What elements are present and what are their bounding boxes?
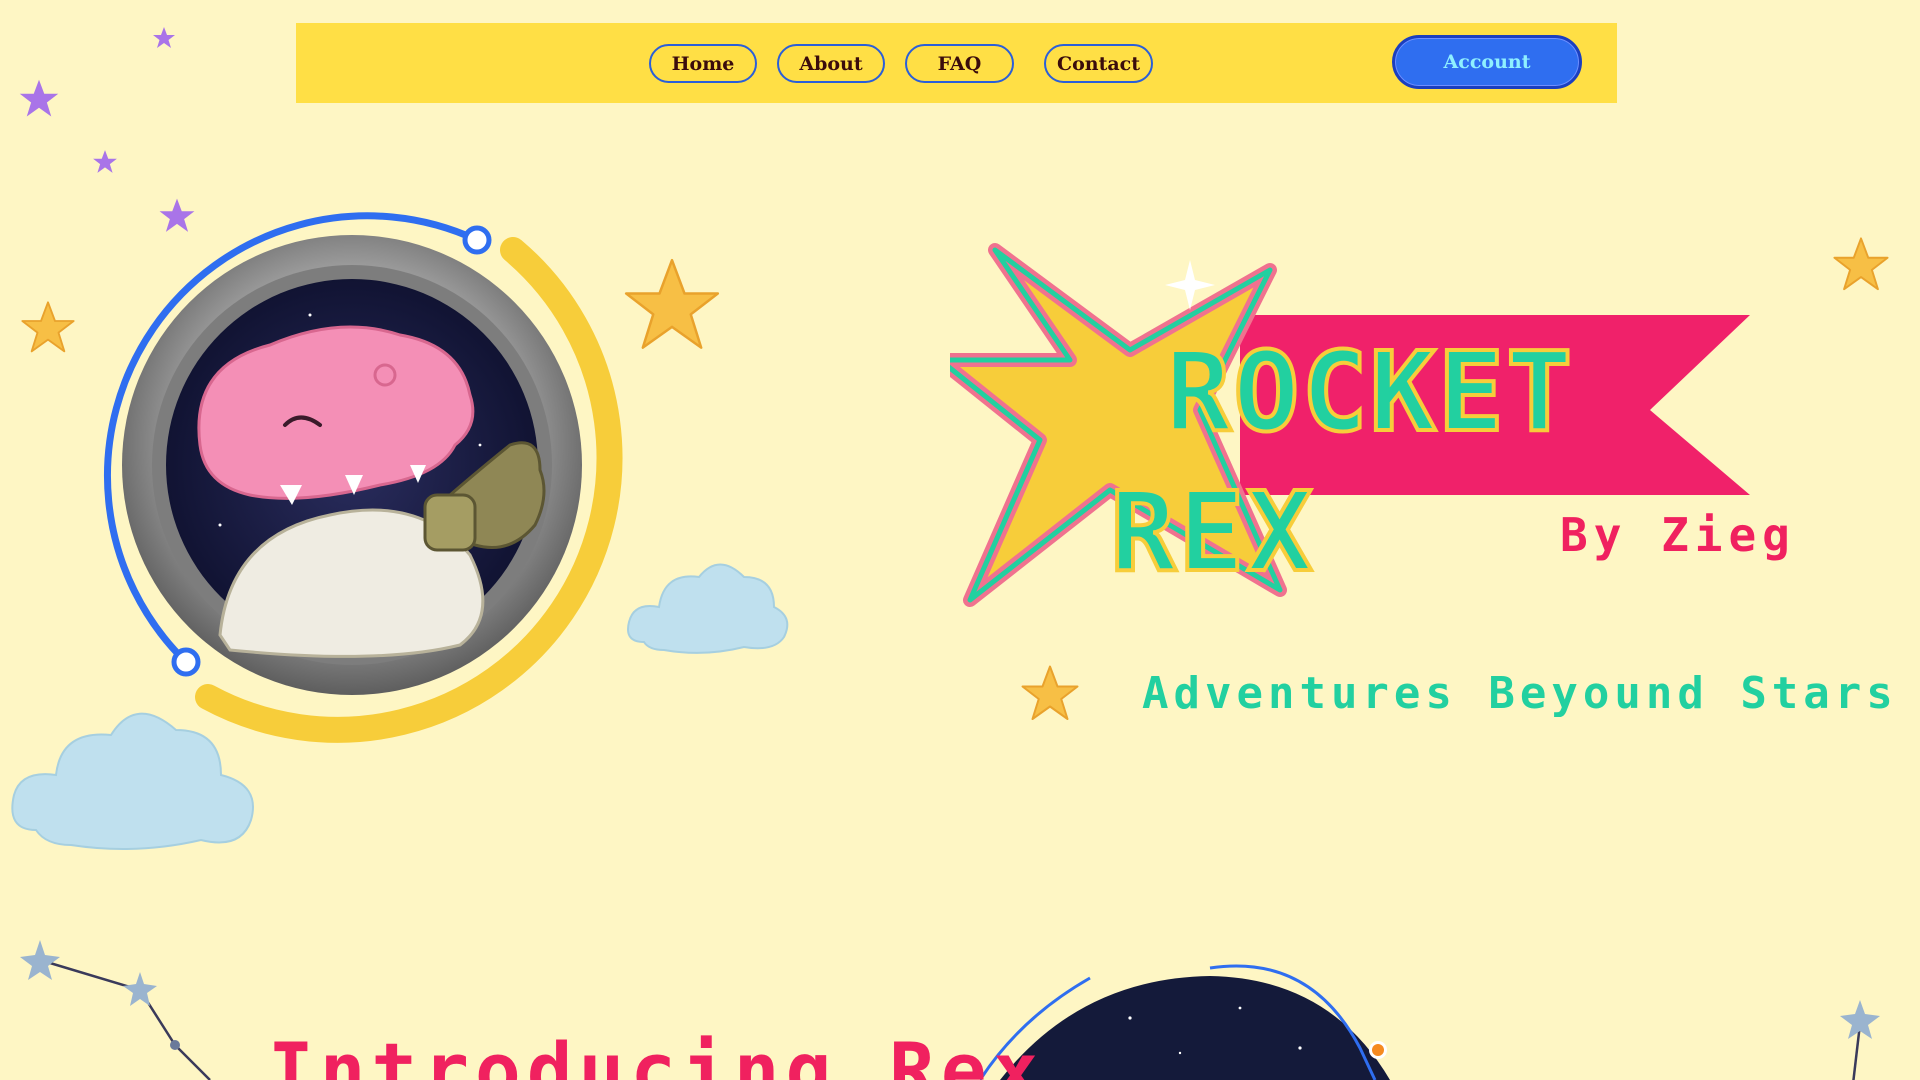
constellation-icon [20, 940, 211, 1080]
logo-word-rex: REX [1110, 468, 1315, 596]
intro-title: Introducing Rex [268, 1026, 1045, 1080]
page: Home About FAQ Contact Account ROCKET RE… [0, 0, 1920, 1080]
nav-about-button[interactable]: About [777, 44, 885, 83]
gold-star-icon [1021, 665, 1079, 720]
gold-star-icon [21, 301, 75, 353]
purple-star-icon [93, 150, 117, 173]
account-button[interactable]: Account [1392, 35, 1582, 89]
nav-home-button[interactable]: Home [649, 44, 757, 83]
nav-contact-button[interactable]: Contact [1044, 44, 1153, 83]
logo-byline: By Zieg [1560, 508, 1796, 562]
purple-star-icon [153, 27, 175, 48]
logo-word-rocket: ROCKET [1165, 328, 1574, 456]
nav-faq-button[interactable]: FAQ [905, 44, 1014, 83]
rocket-rex-logo: ROCKET REX [950, 243, 1750, 607]
purple-star-icon [19, 79, 59, 117]
cloud-icon [627, 563, 789, 654]
constellation-icon [1840, 1000, 1880, 1080]
top-navbar: Home About FAQ Contact Account [296, 23, 1617, 103]
space-planet-image [980, 964, 1390, 1080]
gold-star-icon [1833, 237, 1889, 291]
cloud-icon [11, 712, 254, 850]
hero-tagline: Adventures Beyound Stars [1142, 668, 1898, 719]
dino-astronaut-portrait [104, 212, 623, 743]
